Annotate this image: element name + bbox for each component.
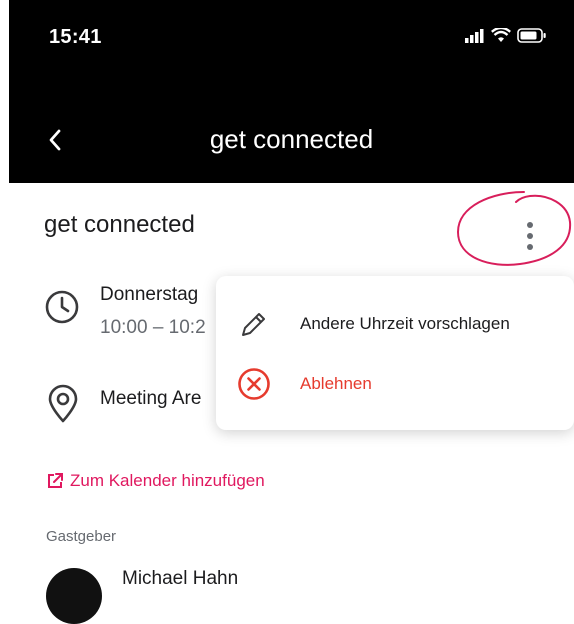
close-circle-icon xyxy=(236,366,272,402)
wifi-icon xyxy=(491,28,511,42)
external-link-icon xyxy=(48,473,63,488)
event-location: Meeting Are xyxy=(100,388,202,409)
options-menu: Andere Uhrzeit vorschlagen Ablehnen xyxy=(216,276,574,430)
event-date: Donnerstag xyxy=(100,284,199,305)
status-time: 15:41 xyxy=(49,26,102,48)
menu-item-label: Andere Uhrzeit vorschlagen xyxy=(300,314,510,333)
event-time: 10:00 – 10:2 xyxy=(100,317,206,338)
host-label: Gastgeber xyxy=(46,528,117,545)
top-bar: 15:41 get connected xyxy=(9,0,574,183)
location-pin-icon xyxy=(48,384,78,423)
nav-title: get connected xyxy=(209,124,374,154)
add-to-calendar-label: Zum Kalender hinzufügen xyxy=(70,471,265,490)
menu-item-propose-time[interactable]: Andere Uhrzeit vorschlagen xyxy=(216,298,574,350)
status-icons xyxy=(465,28,547,43)
pencil-icon xyxy=(236,306,272,342)
battery-icon xyxy=(517,28,546,43)
menu-item-decline[interactable]: Ablehnen xyxy=(216,358,574,410)
signal-icon xyxy=(465,28,484,43)
host-name: Michael Hahn xyxy=(122,568,239,589)
avatar[interactable] xyxy=(46,568,102,624)
clock-icon xyxy=(45,290,79,324)
event-title: get connected xyxy=(44,211,195,238)
menu-item-label: Ablehnen xyxy=(300,374,372,393)
add-to-calendar-link[interactable]: Zum Kalender hinzufügen xyxy=(46,471,265,491)
